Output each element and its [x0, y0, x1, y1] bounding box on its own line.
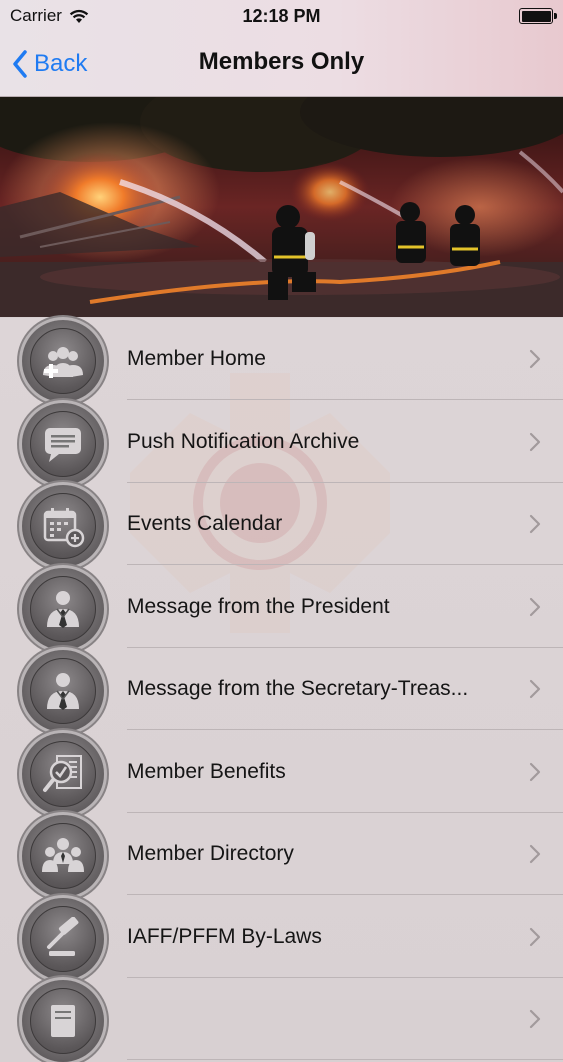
menu-item[interactable]	[0, 978, 563, 1062]
menu-item-label: IAFF/PFFM By-Laws	[127, 924, 322, 948]
menu-item[interactable]: IAFF/PFFM By-Laws	[0, 896, 563, 980]
menu-item-avatar	[22, 402, 104, 485]
chat-bubble-icon	[45, 427, 81, 462]
status-time: 12:18 PM	[242, 5, 321, 26]
navigation-bar: Carrier 12:18 PM Back Members Only	[0, 0, 563, 97]
calendar-add-icon	[43, 508, 85, 548]
status-bar: Carrier 12:18 PM	[0, 0, 563, 32]
chevron-right-icon	[529, 514, 541, 534]
menu-item[interactable]: Member Benefits	[0, 731, 563, 815]
menu-item-avatar	[22, 980, 104, 1062]
members-add-icon	[43, 347, 83, 378]
menu-item-avatar	[22, 320, 104, 402]
menu-item[interactable]: Events Calendar	[0, 483, 563, 567]
chevron-right-icon	[529, 432, 541, 451]
chevron-right-icon	[529, 927, 541, 946]
menu-item-avatar	[22, 650, 104, 732]
document-icon	[51, 1005, 75, 1037]
chevron-right-icon	[529, 349, 541, 369]
person-tie-icon	[47, 590, 79, 628]
menu-item-label: Events Calendar	[127, 512, 283, 535]
battery-icon	[519, 8, 557, 24]
menu-item-label: Member Benefits	[127, 759, 286, 783]
chevron-right-icon	[529, 597, 541, 616]
group-icon	[42, 838, 84, 872]
menu-item-avatar	[22, 897, 104, 980]
document-search-icon	[43, 754, 82, 792]
row-divider	[127, 1059, 563, 1060]
menu-item-label: Message from the President	[127, 594, 390, 618]
menu-item[interactable]: Message from the Secretary-Treas...	[0, 648, 563, 732]
menu-item-avatar	[22, 732, 104, 815]
gavel-icon	[47, 916, 79, 956]
menu-item[interactable]: Member Home	[0, 318, 563, 402]
chevron-right-icon	[529, 679, 541, 699]
page-title: Members Only	[198, 48, 365, 75]
menu-item[interactable]: Message from the President	[0, 566, 563, 650]
menu-item-label: Push Notification Archive	[127, 429, 360, 453]
menu-item-label: Message from the Secretary-Treas...	[127, 677, 469, 700]
menu-item-label	[127, 978, 507, 1060]
menu-item-label: Member Directory	[127, 842, 294, 865]
person-tie-icon	[47, 673, 79, 710]
menu-item-label: Member Home	[127, 347, 266, 370]
chevron-right-icon	[529, 844, 541, 864]
hero-image	[0, 97, 563, 317]
menu-item[interactable]: Member Directory	[0, 813, 563, 897]
chevron-right-icon	[529, 762, 541, 781]
chevron-right-icon	[529, 1009, 541, 1029]
menu-item-avatar	[22, 815, 104, 897]
menu-item[interactable]: Push Notification Archive	[0, 401, 563, 485]
menu-item-avatar	[22, 567, 104, 650]
menu-item-avatar	[22, 485, 104, 567]
